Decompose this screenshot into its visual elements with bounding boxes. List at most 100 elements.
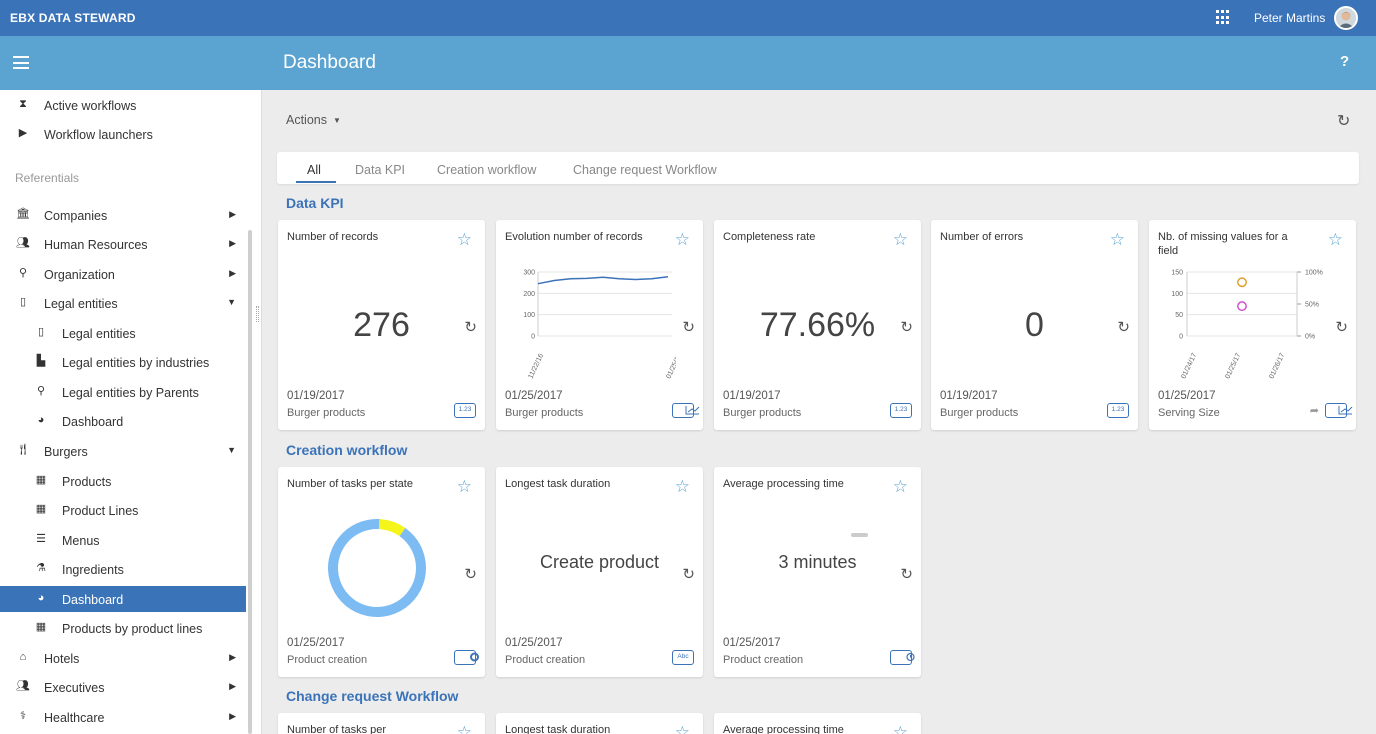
refresh-icon[interactable]: ↻	[464, 565, 477, 583]
kpi-card-number-of-records[interactable]: Number of records ☆ 276 ↻ 01/19/2017 Bur…	[278, 220, 485, 430]
creation-card-longest-task-duration[interactable]: Longest task duration ☆ Create product ↻…	[496, 467, 703, 677]
sidebar-item-label: Legal entities by Parents	[62, 386, 199, 400]
sidebar-item-legal-entities-by-industries[interactable]: ▙ Legal entities by industries	[0, 349, 246, 375]
refresh-icon[interactable]: ↻	[682, 565, 695, 583]
number-format-icon[interactable]: 1.23	[890, 403, 912, 418]
sidebar-item-label: Dashboard	[62, 415, 124, 429]
building-icon: ▯	[37, 326, 45, 338]
chevron-right-icon[interactable]: ▶	[229, 681, 236, 692]
x-tick-label: 01/26/17	[1268, 352, 1286, 379]
sidebar-resize-handle[interactable]	[256, 306, 259, 322]
text-format-icon[interactable]: Abc	[672, 650, 694, 665]
sidebar-item-burgers-dashboard[interactable]: ◕ Dashboard	[0, 586, 246, 612]
sidebar-item-companies[interactable]: 🏛︎ Companies ▶	[0, 202, 246, 228]
change-card-average-processing-time[interactable]: Average processing time ☆	[714, 713, 921, 734]
refresh-icon[interactable]: ↻	[1337, 111, 1350, 131]
refresh-icon[interactable]: ↻	[464, 318, 477, 336]
chevron-right-icon[interactable]: ▶	[229, 652, 236, 663]
refresh-icon[interactable]: ↻	[900, 565, 913, 583]
sidebar-item-human-resources[interactable]: 👥︎ Human Resources ▶	[0, 231, 246, 257]
card-title: Average processing time	[723, 724, 844, 734]
user-avatar[interactable]	[1334, 6, 1358, 30]
card-title: Evolution number of records	[505, 231, 643, 243]
star-icon[interactable]: ☆	[893, 724, 908, 734]
apps-grid-icon[interactable]	[1216, 10, 1231, 25]
chevron-right-icon[interactable]: ▶	[229, 238, 236, 249]
star-icon[interactable]: ☆	[893, 231, 908, 248]
change-card-longest-task-duration[interactable]: Longest task duration ☆	[496, 713, 703, 734]
star-icon[interactable]: ☆	[457, 231, 472, 248]
scatter-point	[1237, 301, 1247, 312]
sidebar-item-label: Active workflows	[44, 99, 137, 113]
star-icon[interactable]: ☆	[457, 724, 472, 734]
user-name[interactable]: Peter Martins	[1254, 11, 1325, 25]
page-title: Dashboard	[283, 52, 376, 73]
refresh-icon[interactable]: ↻	[900, 318, 913, 336]
caret-down-icon: ▼	[333, 116, 341, 126]
sidebar-item-ingredients[interactable]: ⚗ Ingredients	[0, 556, 246, 582]
help-icon[interactable]: ?	[1340, 53, 1349, 70]
refresh-icon[interactable]: ↻	[1117, 318, 1130, 336]
refresh-icon[interactable]: ↻	[1335, 318, 1348, 336]
actions-dropdown[interactable]: Actions ▼	[286, 113, 341, 127]
sidebar-item-legal-entities-by-parents[interactable]: ⚲ Legal entities by Parents	[0, 379, 246, 405]
sidebar-item-healthcare[interactable]: ⚕ Healthcare ▶	[0, 704, 246, 730]
sidebar-item-active-workflows[interactable]: ⧗ Active workflows	[0, 92, 246, 118]
refresh-icon[interactable]: ↻	[682, 318, 695, 336]
chart-type-icon[interactable]	[672, 403, 700, 418]
star-icon[interactable]: ☆	[675, 478, 690, 495]
card-subtitle: Product creation	[723, 654, 804, 666]
hamburger-menu-icon[interactable]	[13, 56, 29, 69]
sidebar-item-hotels[interactable]: ⌂ Hotels ▶	[0, 645, 246, 671]
card-value: 77.66%	[759, 306, 876, 344]
sidebar-item-products[interactable]: ▦ Products	[0, 468, 246, 494]
kpi-card-evolution-number-of-records[interactable]: Evolution number of records ☆ 0 100 200 300…	[496, 220, 703, 430]
line-chart: 0 100 200 300 11/22/16 01/25/17	[523, 270, 676, 380]
creation-card-average-processing-time[interactable]: Average processing time ☆ 3 minutes ↻ 01…	[714, 467, 921, 677]
chevron-right-icon[interactable]: ▶	[229, 711, 236, 722]
sidebar-item-products-by-product-lines[interactable]: ▦ Products by product lines	[0, 615, 246, 641]
y-tick-label: 300	[523, 270, 535, 277]
star-icon[interactable]: ☆	[1328, 231, 1343, 248]
tab-change-request-workflow[interactable]: Change request Workflow	[573, 163, 717, 177]
chevron-right-icon[interactable]: ▶	[229, 268, 236, 279]
sidebar-item-organization[interactable]: ⚲ Organization ▶	[0, 261, 246, 287]
card-title: Average processing time	[723, 478, 844, 490]
sidebar-item-legal-dashboard[interactable]: ◕ Dashboard	[0, 408, 246, 434]
star-icon[interactable]: ☆	[1110, 231, 1125, 248]
sidebar-item-legal-entities[interactable]: ▯ Legal entities	[0, 320, 246, 346]
sidebar-item-menus[interactable]: ☰ Menus	[0, 527, 246, 553]
kpi-card-completeness-rate[interactable]: Completeness rate ☆ 77.66% ↻ 01/19/2017 …	[714, 220, 921, 430]
sidebar-item-workflow-launchers[interactable]: ▶ Workflow launchers	[0, 121, 246, 147]
kpi-card-missing-values[interactable]: Nb. of missing values for a field ☆ 0 50 1…	[1149, 220, 1356, 430]
donut-chart-type-icon[interactable]	[454, 650, 479, 665]
tab-data-kpi[interactable]: Data KPI	[355, 163, 405, 177]
sidebar-item-product-lines[interactable]: ▦ Product Lines	[0, 497, 246, 523]
chevron-down-icon[interactable]: ▼	[227, 297, 236, 307]
number-format-icon[interactable]: 1.23	[1107, 403, 1129, 418]
chart-type-icon[interactable]	[1325, 403, 1353, 418]
sidebar-item-executives[interactable]: 👥︎ Executives ▶	[0, 674, 246, 700]
star-icon[interactable]: ☆	[675, 724, 690, 734]
sidebar-item-label: Organization	[44, 268, 115, 282]
sidebar-item-legal-entities-group[interactable]: ▯ Legal entities ▼	[0, 290, 246, 316]
share-icon[interactable]: ➦	[1310, 404, 1319, 417]
sidebar-item-burgers[interactable]: 🍴︎ Burgers ▼	[0, 438, 246, 464]
chevron-right-icon[interactable]: ▶	[229, 209, 236, 220]
star-icon[interactable]: ☆	[675, 231, 690, 248]
sidebar-item-label: Human Resources	[44, 238, 148, 252]
industry-icon: ▙	[36, 355, 46, 367]
kpi-card-number-of-errors[interactable]: Number of errors ☆ 0 ↻ 01/19/2017 Burger…	[931, 220, 1138, 430]
number-format-icon[interactable]: 1.23	[454, 403, 476, 418]
star-icon[interactable]: ☆	[457, 478, 472, 495]
creation-card-tasks-per-state[interactable]: Number of tasks per state ☆ ↻ 01/25/2017…	[278, 467, 485, 677]
tab-all[interactable]: All	[307, 163, 321, 177]
tab-creation-workflow[interactable]: Creation workflow	[437, 163, 536, 177]
star-icon[interactable]: ☆	[893, 478, 908, 495]
card-value: 0	[1025, 306, 1044, 344]
clock-icon[interactable]	[890, 650, 915, 665]
change-card-tasks-per-state[interactable]: Number of tasks per ☆	[278, 713, 485, 734]
sidebar-scrollbar[interactable]	[248, 230, 252, 734]
sidebar-item-label: Ingredients	[62, 563, 124, 577]
chevron-down-icon[interactable]: ▼	[227, 445, 236, 455]
